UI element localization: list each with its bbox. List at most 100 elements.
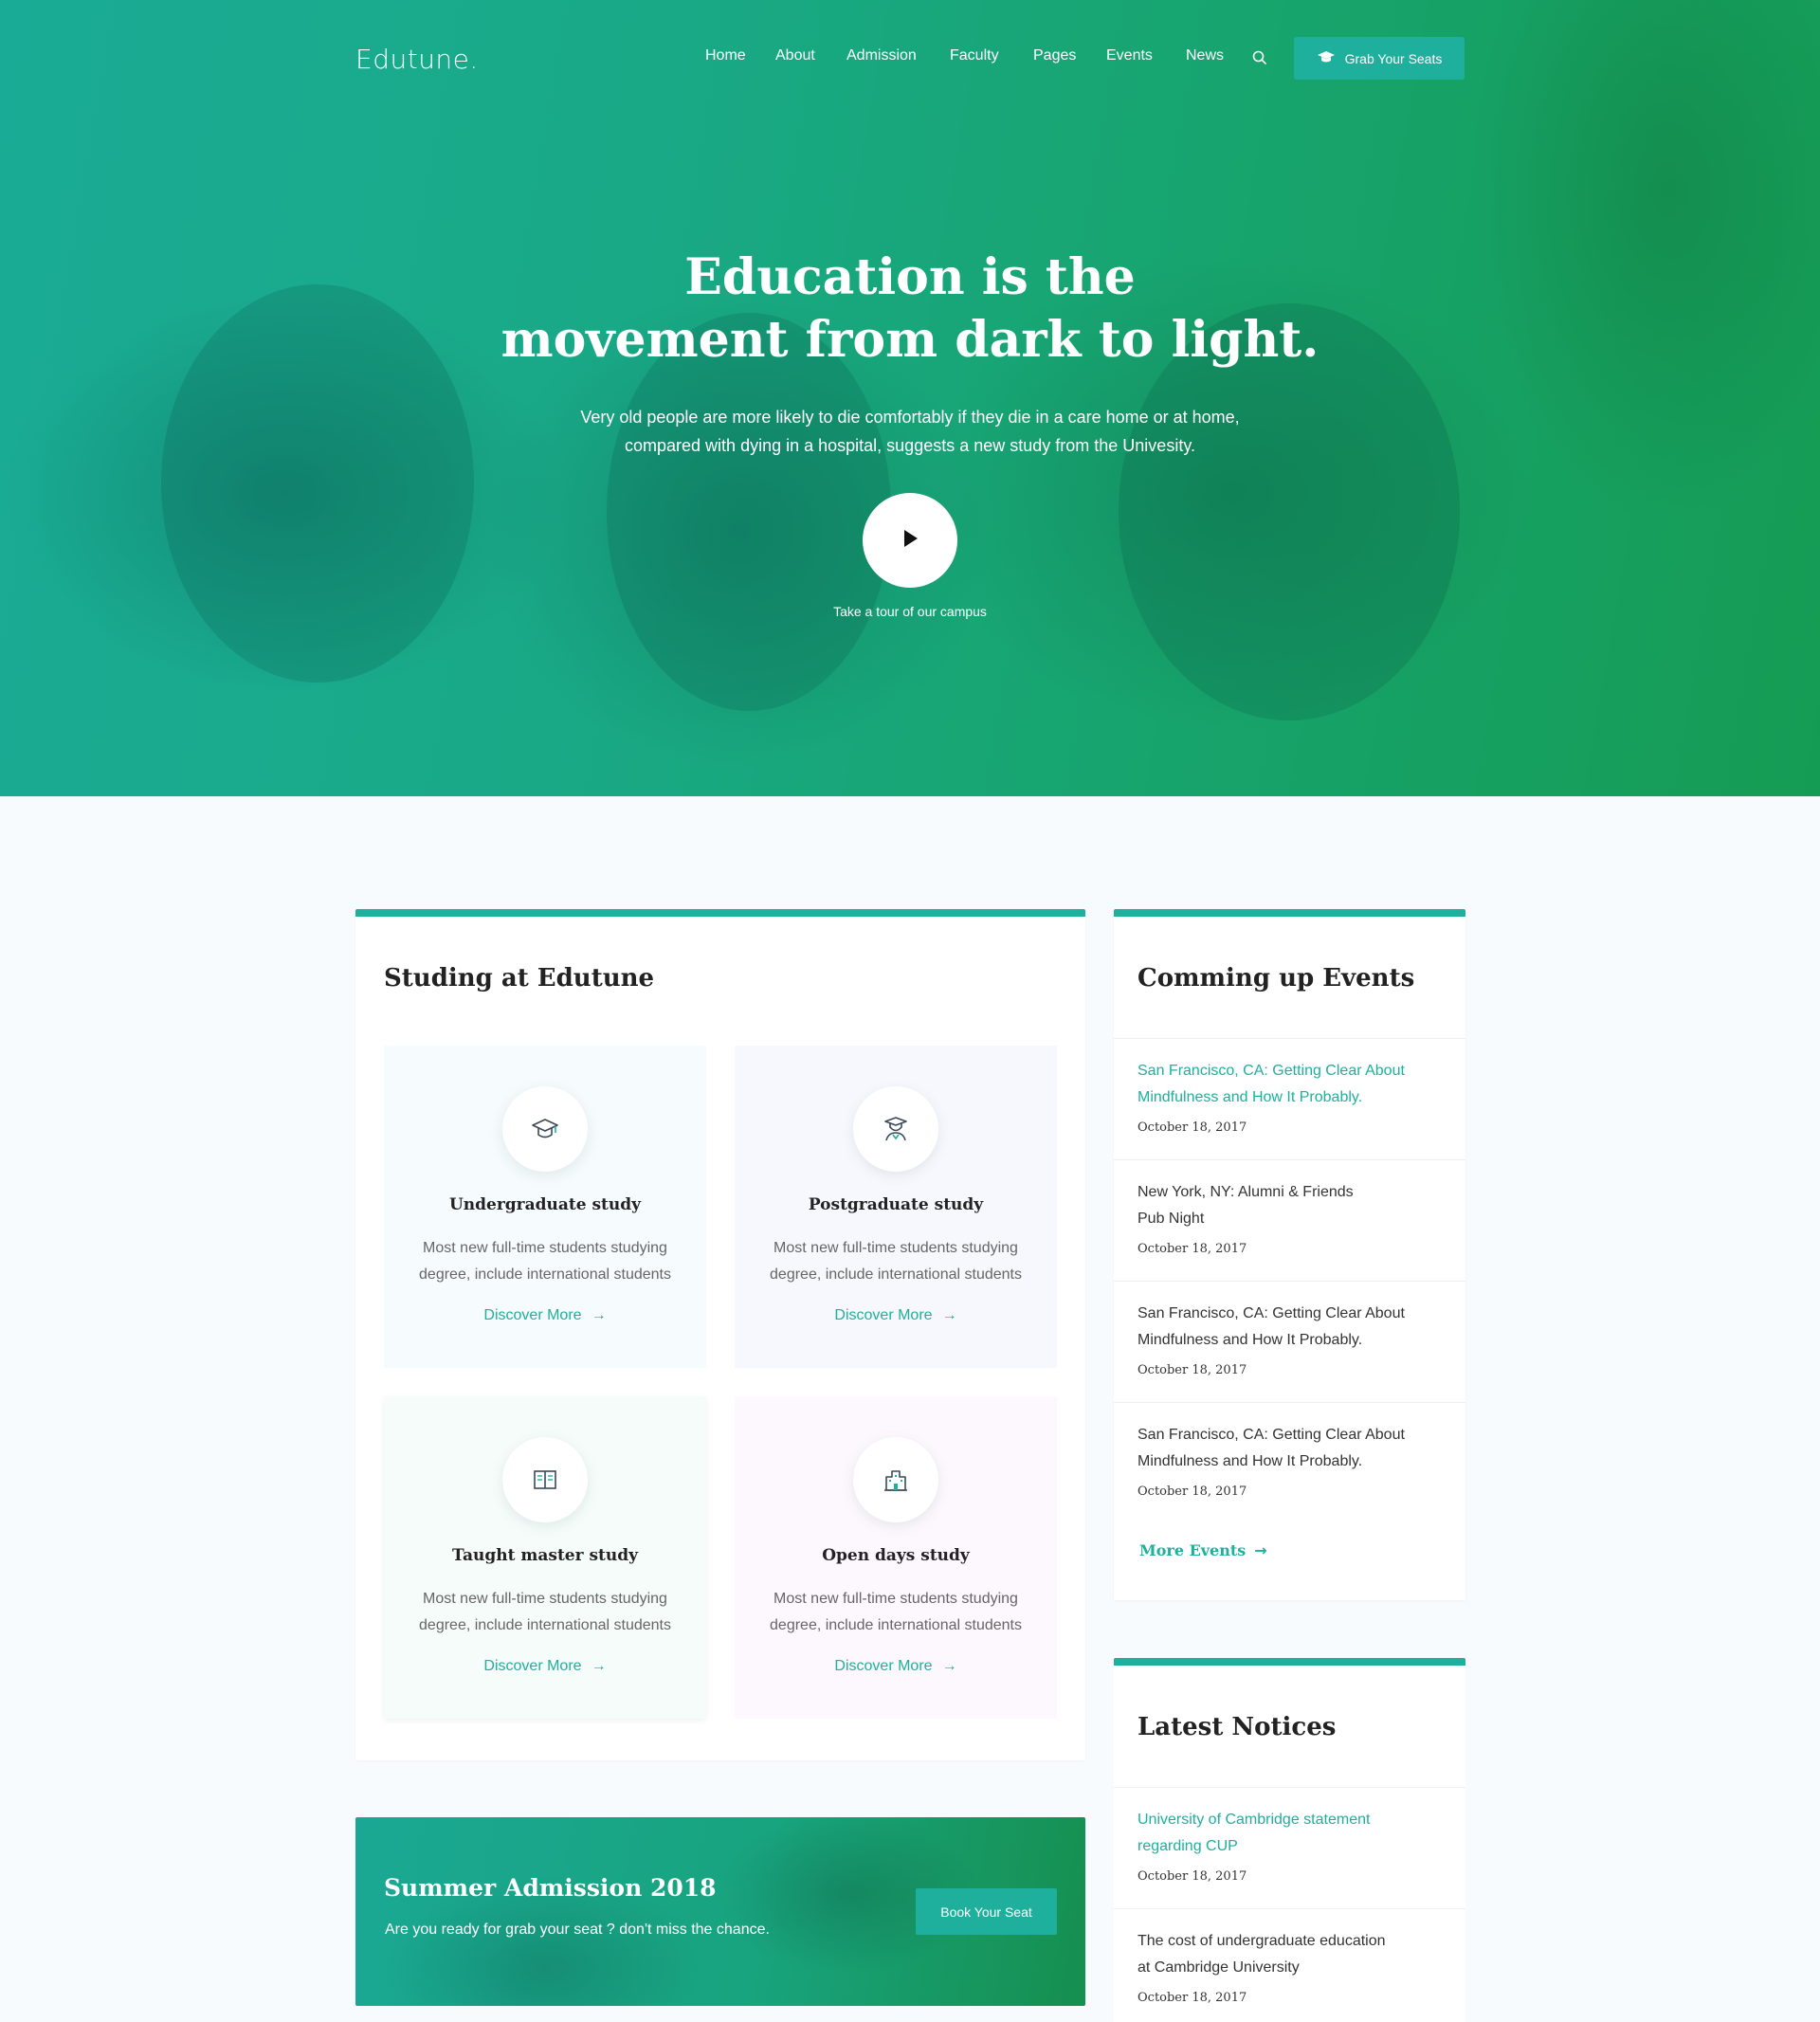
grab-seats-button[interactable]: Grab Your Seats xyxy=(1294,37,1465,80)
study-card-desc-line: Most new full-time students studying xyxy=(423,1591,667,1607)
notice-title-line: University of Cambridge statement xyxy=(1138,1812,1371,1828)
study-card-desc-line: degree, include international students xyxy=(770,1266,1022,1283)
event-title-line: Mindfulness and How It Probably. xyxy=(1138,1453,1363,1469)
notice-title-line: regarding CUP xyxy=(1138,1838,1238,1854)
event-date: October 18, 2017 xyxy=(1138,1485,1247,1499)
studying-panel: Studing at Edutune Undergraduate study M… xyxy=(355,909,1085,1760)
arrow-right-icon: → xyxy=(591,1658,607,1674)
hero-title: Education is the movement from dark to l… xyxy=(0,246,1820,372)
study-card-desc-line: degree, include international students xyxy=(419,1617,671,1633)
nav-admission[interactable]: Admission xyxy=(846,47,917,64)
study-card-title: Open days study xyxy=(822,1546,970,1565)
study-card-title: Undergraduate study xyxy=(448,1195,642,1214)
discover-more-link[interactable]: Discover More → xyxy=(735,1658,1057,1675)
book-seat-button[interactable]: Book Your Seat xyxy=(916,1888,1057,1935)
hero-subtitle-line: Very old people are more likely to die c… xyxy=(580,408,1240,427)
event-title-line: San Francisco, CA: Getting Clear About xyxy=(1138,1305,1405,1321)
book-icon xyxy=(502,1437,588,1522)
main-nav: Home About Admission Faculty Pages Event… xyxy=(0,47,1820,70)
study-card-description: Most new full-time students studying deg… xyxy=(754,1235,1038,1288)
event-title-line: San Francisco, CA: Getting Clear About xyxy=(1138,1063,1405,1079)
event-date: October 18, 2017 xyxy=(1138,1363,1247,1377)
notices-panel: Latest Notices University of Cambridge s… xyxy=(1114,1658,1465,2022)
nav-events[interactable]: Events xyxy=(1106,47,1153,64)
arrow-right-icon: → xyxy=(591,1307,607,1323)
admission-title: Summer Admission 2018 xyxy=(384,1874,717,1902)
event-title-line: New York, NY: Alumni & Friends xyxy=(1138,1184,1354,1200)
hero-photo-shade xyxy=(607,313,891,711)
notice-title: The cost of undergraduate education at C… xyxy=(1138,1928,1431,1981)
hero-title-line: movement from dark to light. xyxy=(500,311,1320,369)
discover-more-link[interactable]: Discover More → xyxy=(735,1307,1057,1324)
hero-section: Edutune. Home About Admission Faculty Pa… xyxy=(0,0,1820,796)
more-events-label: More Events xyxy=(1139,1541,1247,1559)
event-item[interactable]: San Francisco, CA: Getting Clear About M… xyxy=(1114,1038,1465,1159)
more-events-link[interactable]: More Events → xyxy=(1139,1541,1267,1559)
search-icon[interactable] xyxy=(1251,49,1268,66)
studying-title: Studing at Edutune xyxy=(384,964,655,993)
event-title: New York, NY: Alumni & Friends Pub Night xyxy=(1138,1179,1431,1232)
study-card-open-days: Open days study Most new full-time stude… xyxy=(735,1396,1057,1719)
nav-faculty[interactable]: Faculty xyxy=(950,47,999,64)
discover-more-label: Discover More xyxy=(483,1658,582,1674)
discover-more-label: Discover More xyxy=(834,1307,933,1323)
event-title-line: San Francisco, CA: Getting Clear About xyxy=(1138,1427,1405,1443)
events-title: Comming up Events xyxy=(1138,964,1415,993)
graduation-cap-icon xyxy=(1317,50,1336,66)
discover-more-label: Discover More xyxy=(483,1307,582,1323)
discover-more-link[interactable]: Discover More → xyxy=(384,1307,706,1324)
hero-subtitle: Very old people are more likely to die c… xyxy=(531,403,1289,460)
study-card-desc-line: degree, include international students xyxy=(419,1266,671,1283)
study-card-desc-line: Most new full-time students studying xyxy=(774,1591,1018,1607)
event-item[interactable]: New York, NY: Alumni & Friends Pub Night… xyxy=(1114,1159,1465,1281)
campus-tour-label: Take a tour of our campus xyxy=(833,604,987,619)
arrow-right-icon: → xyxy=(941,1307,957,1323)
study-card-taught-master: Taught master study Most new full-time s… xyxy=(384,1396,706,1719)
study-card-undergraduate: Undergraduate study Most new full-time s… xyxy=(384,1046,706,1368)
events-panel: Comming up Events San Francisco, CA: Get… xyxy=(1114,909,1465,1600)
study-card-postgraduate: Postgraduate study Most new full-time st… xyxy=(735,1046,1057,1368)
nav-home[interactable]: Home xyxy=(705,47,746,64)
notice-item[interactable]: University of Cambridge statement regard… xyxy=(1114,1787,1465,1908)
graduate-person-icon xyxy=(853,1086,938,1172)
graduation-cap-icon xyxy=(502,1086,588,1172)
event-title: San Francisco, CA: Getting Clear About M… xyxy=(1138,1301,1431,1354)
admission-banner: Summer Admission 2018 Are you ready for … xyxy=(355,1817,1085,2006)
event-title-line: Mindfulness and How It Probably. xyxy=(1138,1332,1363,1348)
study-card-description: Most new full-time students studying deg… xyxy=(403,1586,687,1639)
event-title-line: Mindfulness and How It Probably. xyxy=(1138,1089,1363,1105)
study-card-description: Most new full-time students studying deg… xyxy=(754,1586,1038,1639)
study-card-description: Most new full-time students studying deg… xyxy=(403,1235,687,1288)
study-card-desc-line: Most new full-time students studying xyxy=(774,1240,1018,1256)
event-item[interactable]: San Francisco, CA: Getting Clear About M… xyxy=(1114,1402,1465,1523)
notice-title-line: at Cambridge University xyxy=(1138,1959,1300,1976)
play-icon xyxy=(901,529,919,553)
notice-item[interactable]: The cost of undergraduate education at C… xyxy=(1114,1908,1465,2022)
study-card-desc-line: degree, include international students xyxy=(770,1617,1022,1633)
study-card-title: Taught master study xyxy=(451,1546,639,1565)
notices-title: Latest Notices xyxy=(1138,1713,1337,1741)
event-title: San Francisco, CA: Getting Clear About M… xyxy=(1138,1422,1431,1475)
notice-title-line: The cost of undergraduate education xyxy=(1138,1933,1386,1949)
hero-title-line: Education is the xyxy=(684,248,1136,306)
play-video-button[interactable] xyxy=(863,493,957,588)
nav-about[interactable]: About xyxy=(775,47,815,64)
notice-title: University of Cambridge statement regard… xyxy=(1138,1807,1431,1860)
event-title-line: Pub Night xyxy=(1138,1211,1205,1227)
event-item[interactable]: San Francisco, CA: Getting Clear About M… xyxy=(1114,1281,1465,1402)
study-card-title: Postgraduate study xyxy=(808,1195,984,1214)
arrow-right-icon: → xyxy=(941,1658,957,1674)
nav-news[interactable]: News xyxy=(1186,47,1224,64)
study-card-desc-line: Most new full-time students studying xyxy=(423,1240,667,1256)
grab-seats-label: Grab Your Seats xyxy=(1344,50,1443,66)
hero-subtitle-line: compared with dying in a hospital, sugge… xyxy=(625,436,1195,455)
arrow-right-icon: → xyxy=(1254,1541,1267,1559)
building-icon xyxy=(853,1437,938,1522)
nav-pages[interactable]: Pages xyxy=(1033,47,1076,64)
admission-subtitle: Are you ready for grab your seat ? don't… xyxy=(385,1922,770,1938)
discover-more-link[interactable]: Discover More → xyxy=(384,1658,706,1675)
event-date: October 18, 2017 xyxy=(1138,1120,1247,1135)
event-date: October 18, 2017 xyxy=(1138,1242,1247,1256)
notice-date: October 18, 2017 xyxy=(1138,1991,1247,2005)
discover-more-label: Discover More xyxy=(834,1658,933,1674)
